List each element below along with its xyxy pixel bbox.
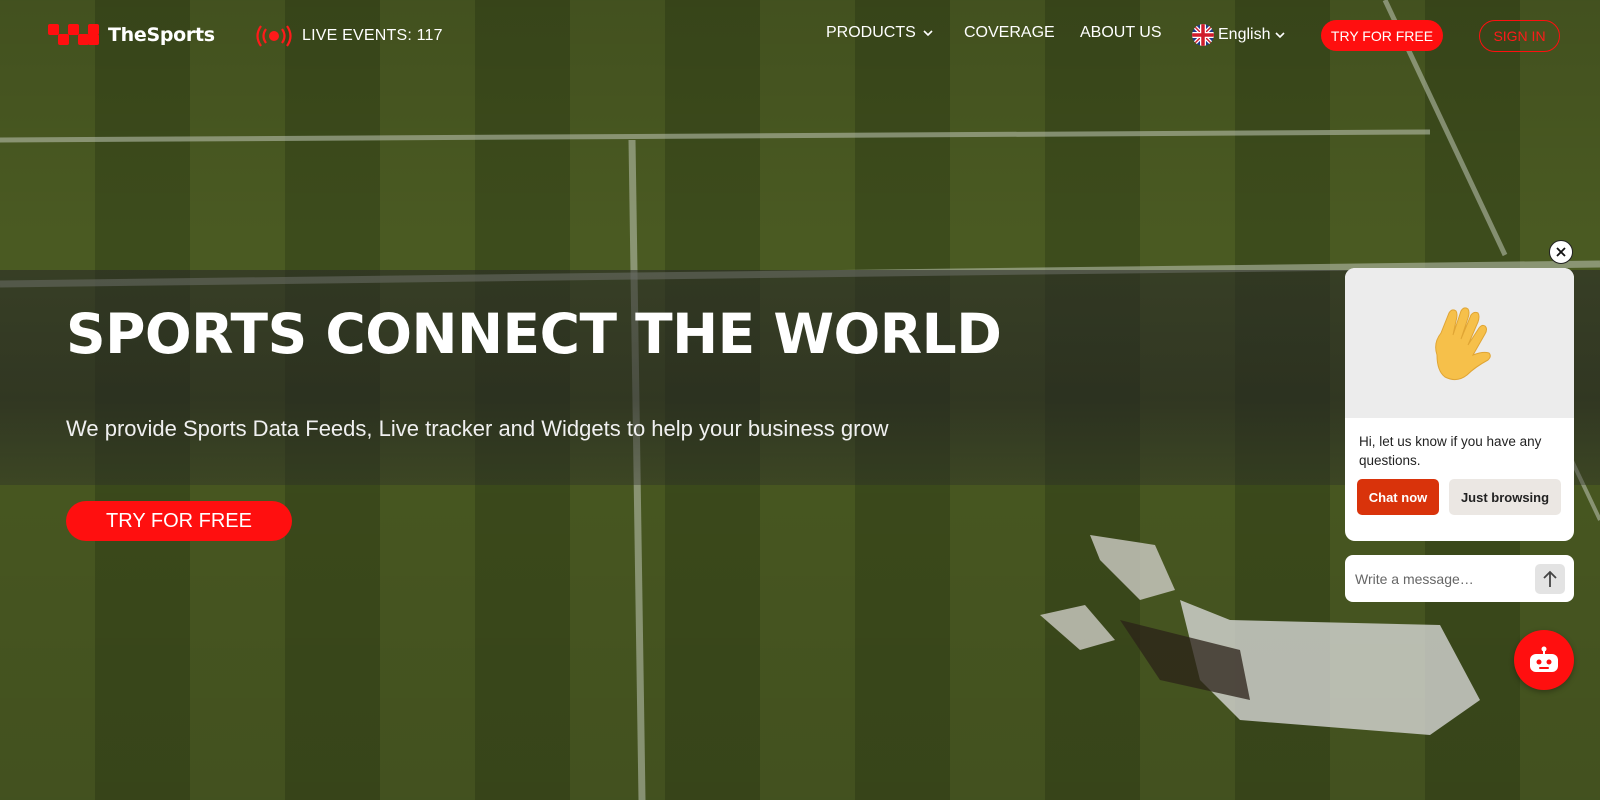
live-events-label: LIVE EVENTS: 117 bbox=[302, 27, 443, 44]
checker-logo-icon bbox=[48, 24, 99, 45]
chevron-down-icon bbox=[923, 30, 933, 37]
top-navbar: TheSports LIVE EVENTS: 117 PRODUCTS COVE… bbox=[0, 0, 1600, 72]
close-icon bbox=[1556, 247, 1566, 257]
chat-message: Hi, let us know if you have any question… bbox=[1359, 434, 1542, 468]
waving-hand-icon bbox=[1434, 307, 1491, 381]
nav-products-label: PRODUCTS bbox=[826, 24, 916, 41]
chat-actions: Chat now Just browsing bbox=[1345, 470, 1574, 515]
robot-icon bbox=[1530, 646, 1558, 672]
try-for-free-button[interactable]: TRY FOR FREE bbox=[1321, 20, 1443, 51]
language-label: English bbox=[1218, 26, 1271, 43]
just-browsing-button[interactable]: Just browsing bbox=[1449, 479, 1561, 515]
nav-products[interactable]: PRODUCTS bbox=[826, 24, 934, 42]
chevron-down-icon bbox=[1275, 32, 1286, 39]
live-events[interactable]: LIVE EVENTS: 117 bbox=[256, 24, 443, 48]
nav-about-us[interactable]: ABOUT US bbox=[1080, 24, 1162, 42]
chat-message-input[interactable] bbox=[1355, 570, 1525, 587]
brand-name: TheSports bbox=[108, 24, 215, 46]
sign-in-button[interactable]: SIGN IN bbox=[1479, 20, 1560, 52]
chat-input-box bbox=[1345, 555, 1574, 602]
nav-about-label: ABOUT US bbox=[1080, 24, 1162, 41]
site-logo[interactable]: TheSports bbox=[48, 22, 215, 48]
chat-close-button[interactable] bbox=[1549, 240, 1573, 264]
hero-title: SPORTS CONNECT THE WORLD bbox=[66, 302, 1002, 366]
chat-greeting-area bbox=[1345, 268, 1574, 418]
arrow-up-icon bbox=[1543, 570, 1557, 587]
chat-popup: Hi, let us know if you have any question… bbox=[1345, 268, 1574, 541]
chatbot-launcher-button[interactable] bbox=[1514, 630, 1574, 690]
hero-subtitle: We provide Sports Data Feeds, Live track… bbox=[66, 416, 889, 441]
nav-coverage[interactable]: COVERAGE bbox=[964, 24, 1055, 42]
nav-coverage-label: COVERAGE bbox=[964, 24, 1055, 41]
live-broadcast-icon bbox=[256, 25, 292, 47]
chat-now-button[interactable]: Chat now bbox=[1357, 479, 1439, 515]
language-selector[interactable]: English bbox=[1192, 24, 1286, 46]
uk-flag-icon bbox=[1192, 24, 1214, 46]
send-message-button[interactable] bbox=[1535, 564, 1565, 594]
hero-try-for-free-button[interactable]: TRY FOR FREE bbox=[66, 501, 292, 541]
